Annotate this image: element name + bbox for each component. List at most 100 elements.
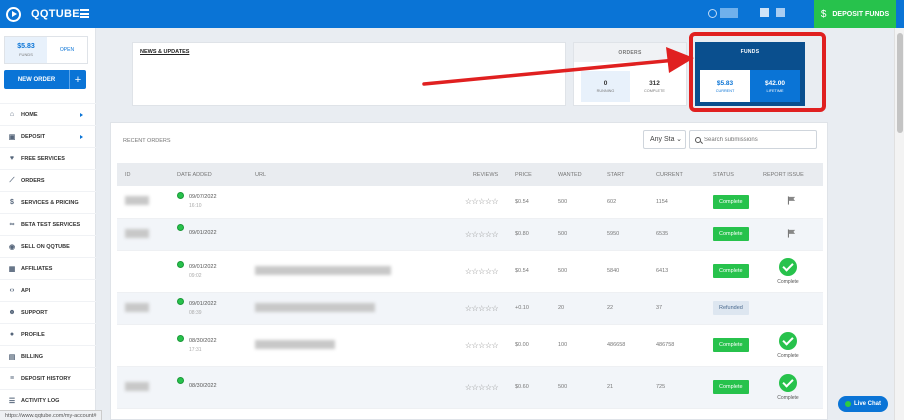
search-input[interactable] bbox=[704, 136, 814, 143]
history-icon: ≡ bbox=[9, 375, 15, 382]
flag-icon[interactable] bbox=[787, 228, 796, 238]
star-rating-icon[interactable]: ☆☆☆☆☆ bbox=[465, 197, 499, 206]
notification-icon[interactable] bbox=[708, 9, 717, 18]
price-cell: $0.00 bbox=[507, 324, 550, 367]
star-rating-icon[interactable]: ☆☆☆☆☆ bbox=[465, 230, 499, 239]
sidebar-item-free-services[interactable]: ♥ FREE SERVICES bbox=[0, 147, 96, 169]
star-rating-icon[interactable]: ☆☆☆☆☆ bbox=[465, 267, 499, 276]
brand-logo[interactable]: QQTUBE bbox=[6, 6, 80, 22]
sidebar-item-deposit-history[interactable]: ≡ DEPOSIT HISTORY bbox=[0, 367, 96, 389]
status-badge-complete[interactable]: Complete bbox=[713, 227, 749, 241]
status-badge-complete[interactable]: Complete bbox=[713, 338, 749, 352]
column-header-price[interactable]: PRICE bbox=[507, 163, 550, 186]
table-row[interactable]: 08/30/2022 17:31 ☆☆☆☆☆ $0.00 100 486658 486758… bbox=[117, 324, 823, 367]
start-cell: 602 bbox=[599, 186, 648, 219]
sidebar-item-sell-on-qqtube[interactable]: ◉ SELL ON QQTUBE bbox=[0, 235, 96, 257]
sidebar-item-label: DEPOSIT bbox=[21, 133, 46, 140]
column-header-date-added[interactable]: DATE ADDED bbox=[169, 163, 247, 186]
blurred-order-id bbox=[125, 302, 149, 312]
checkmark-circle-icon bbox=[779, 373, 797, 392]
orders-summary-card: ORDERS 0 RUNNING 312 COMPLETE bbox=[573, 42, 687, 106]
sidebar-item-support[interactable]: ☻ SUPPORT bbox=[0, 301, 96, 323]
chevron-down-icon: ⌄ bbox=[676, 136, 682, 143]
sidebar-item-orders[interactable]: ⟋ ORDERS bbox=[0, 169, 96, 191]
status-badge-complete[interactable]: Complete bbox=[713, 380, 749, 394]
table-row[interactable]: 09/01/2022 09:02 ☆☆☆☆☆ $0.54 500 5840 6413 Comp… bbox=[117, 250, 823, 293]
date-added-cell: 09/01/2022 08:39 bbox=[169, 292, 247, 325]
star-rating-icon[interactable]: ☆☆☆☆☆ bbox=[465, 304, 499, 313]
table-header-row: ID DATE ADDED URL REVIEWS PRICE WANTED START CU… bbox=[117, 163, 823, 186]
column-header-status[interactable]: STATUS bbox=[705, 163, 755, 186]
reviews-cell[interactable]: ☆☆☆☆☆ bbox=[456, 186, 507, 219]
start-cell: 22 bbox=[599, 292, 648, 325]
live-chat-button[interactable]: Live Chat bbox=[838, 396, 888, 412]
sidebar-item-api[interactable]: ‹› API bbox=[0, 279, 96, 301]
sidebar-open-link[interactable]: OPEN bbox=[47, 37, 87, 63]
blurred-avatar[interactable] bbox=[760, 8, 769, 17]
status-badge-complete[interactable]: Complete bbox=[713, 194, 749, 209]
column-header-reviews[interactable]: REVIEWS bbox=[456, 163, 507, 186]
status-filter-select[interactable]: Any Sta ⌄ bbox=[643, 130, 686, 149]
reviews-cell[interactable]: ☆☆☆☆☆ bbox=[456, 366, 507, 409]
news-updates-title[interactable]: NEWS & UPDATES bbox=[140, 49, 189, 55]
sidebar-funds-amount-box: $5.83 FUNDS bbox=[5, 37, 47, 63]
table-row[interactable]: 09/01/2022 08:39 ☆☆☆☆☆ +0.10 20 22 37 Refunded bbox=[117, 292, 823, 325]
blurred-url bbox=[255, 339, 335, 349]
orders-running-stat[interactable]: 0 RUNNING bbox=[581, 71, 630, 102]
reviews-cell[interactable]: ☆☆☆☆☆ bbox=[456, 250, 507, 293]
sidebar-item-deposit[interactable]: ▣ DEPOSIT bbox=[0, 125, 96, 147]
start-cell: 21 bbox=[599, 366, 648, 409]
reviews-cell[interactable]: ☆☆☆☆☆ bbox=[456, 324, 507, 367]
search-box[interactable] bbox=[689, 130, 817, 149]
order-id-cell bbox=[117, 292, 169, 325]
star-rating-icon[interactable]: ☆☆☆☆☆ bbox=[465, 383, 499, 392]
deposit-funds-button[interactable]: $ DEPOSIT FUNDS bbox=[814, 0, 896, 28]
status-dot-icon bbox=[177, 261, 184, 268]
column-header-current[interactable]: CURRENT bbox=[648, 163, 705, 186]
status-cell: Complete bbox=[705, 324, 755, 367]
status-filter-value: Any Sta bbox=[650, 136, 675, 143]
plus-icon[interactable]: + bbox=[69, 70, 86, 89]
sidebar-nav: ⌂ HOME ▣ DEPOSIT ♥ FREE SERVICES ⟋ ORDERS $ SERVI… bbox=[0, 103, 96, 411]
sidebar-item-activity-log[interactable]: ☰ ACTIVITY LOG bbox=[0, 389, 96, 411]
sidebar-item-label: SUPPORT bbox=[21, 309, 48, 316]
home-icon: ⌂ bbox=[9, 111, 15, 118]
dollar-icon: $ bbox=[820, 8, 827, 20]
flag-icon[interactable] bbox=[787, 196, 796, 205]
reviews-cell[interactable]: ☆☆☆☆☆ bbox=[456, 292, 507, 325]
sidebar-item-affiliates[interactable]: ▦ AFFILIATES bbox=[0, 257, 96, 279]
sidebar-item-label: BETA TEST SERVICES bbox=[21, 221, 81, 228]
column-header-url[interactable]: URL bbox=[247, 163, 456, 186]
current-cell: 37 bbox=[648, 292, 705, 325]
table-row[interactable]: 09/07/2022 16:10 ☆☆☆☆☆ $0.54 500 602 1154 Compl… bbox=[117, 186, 823, 219]
orders-complete-stat[interactable]: 312 COMPLETE bbox=[630, 71, 679, 102]
status-badge-complete[interactable]: Complete bbox=[713, 264, 749, 278]
column-header-start[interactable]: START bbox=[599, 163, 648, 186]
complete-check-label: Complete bbox=[777, 352, 799, 359]
price-cell: +0.10 bbox=[507, 292, 550, 325]
sidebar-item-billing[interactable]: ▤ BILLING bbox=[0, 345, 96, 367]
sidebar-item-services-pricing[interactable]: $ SERVICES & PRICING bbox=[0, 191, 96, 213]
table-row[interactable]: 09/01/2022 ☆☆☆☆☆ $0.80 500 5950 6535 Complete bbox=[117, 218, 823, 251]
wanted-cell: 500 bbox=[550, 186, 599, 219]
star-rating-icon[interactable]: ☆☆☆☆☆ bbox=[465, 341, 499, 350]
sidebar-item-home[interactable]: ⌂ HOME bbox=[0, 103, 96, 125]
list-icon: ☰ bbox=[8, 397, 16, 405]
table-row[interactable]: 08/30/2022 ☆☆☆☆☆ $0.60 500 21 725 Complete Comp… bbox=[117, 366, 823, 409]
sidebar-item-beta-test-services[interactable]: ∞ BETA TEST SERVICES bbox=[0, 213, 96, 235]
new-order-button[interactable]: NEW ORDER + bbox=[4, 70, 86, 89]
reviews-cell[interactable]: ☆☆☆☆☆ bbox=[456, 218, 507, 251]
column-header-report-issue[interactable]: REPORT ISSUE bbox=[755, 163, 823, 186]
column-header-id[interactable]: ID bbox=[117, 163, 169, 186]
column-header-wanted[interactable]: WANTED bbox=[550, 163, 599, 186]
price-cell: $0.54 bbox=[507, 186, 550, 219]
blurred-flag[interactable] bbox=[776, 8, 785, 17]
status-badge-refunded[interactable]: Refunded bbox=[713, 301, 749, 315]
status-dot-icon bbox=[177, 224, 184, 231]
page-scrollbar[interactable] bbox=[894, 28, 904, 420]
menu-toggle-icon[interactable] bbox=[80, 9, 89, 18]
scrollbar-thumb[interactable] bbox=[897, 33, 903, 133]
live-chat-label: Live Chat bbox=[853, 401, 881, 407]
sidebar-item-profile[interactable]: ● PROFILE bbox=[0, 323, 96, 345]
report-issue-cell bbox=[755, 292, 823, 325]
